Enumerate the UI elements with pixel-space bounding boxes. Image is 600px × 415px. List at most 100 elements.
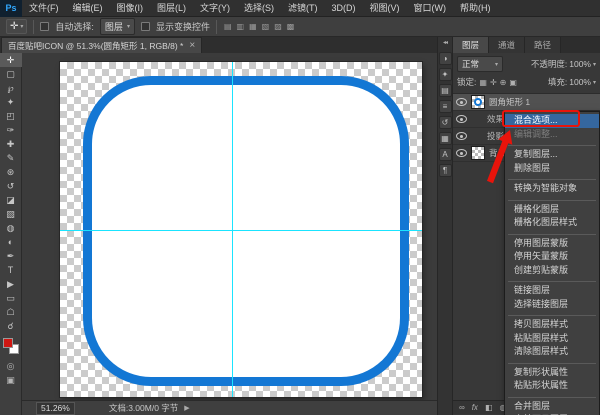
fill-value[interactable]: 100%: [569, 77, 591, 87]
auto-select-target-dropdown[interactable]: 图层 ▾: [100, 18, 135, 35]
menu-item[interactable]: 图层(L): [150, 0, 193, 17]
opacity-value[interactable]: 100%: [569, 59, 591, 69]
divider: [33, 20, 34, 34]
pen-tool[interactable]: ✒: [0, 249, 22, 263]
zoom-tool[interactable]: ☌: [0, 319, 22, 333]
panel-tab[interactable]: 图层: [453, 37, 489, 53]
chevron-down-icon: ▾: [593, 61, 596, 68]
menu-item[interactable]: 文件(F): [22, 0, 66, 17]
menu-item[interactable]: 图像(I): [110, 0, 151, 17]
status-options-arrow-icon[interactable]: ▶: [184, 404, 189, 412]
context-menu-item[interactable]: 编辑调整...: [505, 128, 599, 142]
paragraph-panel-icon[interactable]: ¶: [439, 164, 452, 177]
context-menu-item[interactable]: 停用矢量蒙版: [505, 250, 599, 264]
history-panel-icon[interactable]: ↺: [439, 116, 452, 129]
layer-thumbnail: [471, 95, 485, 109]
context-menu-item[interactable]: 转换为智能对象: [505, 182, 599, 196]
collapse-panels-icon[interactable]: ◂◂: [443, 37, 447, 49]
quick-mask-button[interactable]: ◎: [0, 359, 22, 373]
chevron-down-icon: ▾: [495, 61, 498, 68]
layers-footer-icon[interactable]: ◧: [485, 403, 493, 412]
brush-tool[interactable]: ✎: [0, 151, 22, 165]
visibility-eye-icon[interactable]: [456, 98, 467, 106]
menu-item[interactable]: 编辑(E): [66, 0, 110, 17]
menu-item[interactable]: 视图(V): [363, 0, 407, 17]
context-menu-item[interactable]: 复制图层...: [505, 148, 599, 162]
dodge-tool[interactable]: ◐: [0, 235, 22, 249]
align-icon[interactable]: ▦: [248, 22, 258, 31]
context-menu-item[interactable]: 选择链接图层: [505, 298, 599, 312]
healing-brush-tool[interactable]: ✚: [0, 137, 22, 151]
lock-icon[interactable]: ▦: [479, 78, 487, 87]
align-icon[interactable]: ▥: [236, 22, 246, 31]
menu-bar: Ps 文件(F)编辑(E)图像(I)图层(L)文字(Y)选择(S)滤镜(T)3D…: [0, 0, 600, 17]
lock-icon[interactable]: ✛: [490, 78, 497, 87]
info-panel-icon[interactable]: ≡: [439, 100, 452, 113]
eraser-tool[interactable]: ◪: [0, 193, 22, 207]
context-menu-item[interactable]: 链接图层: [505, 284, 599, 298]
menu-item[interactable]: 文字(Y): [193, 0, 237, 17]
crop-tool[interactable]: ◰: [0, 109, 22, 123]
shape-tool[interactable]: ▭: [0, 291, 22, 305]
context-menu-item[interactable]: 停用图层蒙版: [505, 237, 599, 251]
menu-item[interactable]: 帮助(H): [453, 0, 498, 17]
path-selection-tool[interactable]: ▶: [0, 277, 22, 291]
context-menu-item[interactable]: 创建剪贴蒙版: [505, 264, 599, 278]
move-tool[interactable]: ✛: [0, 53, 22, 67]
panel-tab[interactable]: 路径: [525, 37, 561, 53]
context-menu-item[interactable]: 清除图层样式: [505, 345, 599, 359]
context-menu-item[interactable]: 拷贝图层样式: [505, 318, 599, 332]
quick-selection-tool[interactable]: ✦: [0, 95, 22, 109]
context-menu-item[interactable]: 粘贴形状属性: [505, 379, 599, 393]
eyedropper-tool[interactable]: ✑: [0, 123, 22, 137]
context-menu-item[interactable]: 粘贴图层样式: [505, 332, 599, 346]
context-menu-item[interactable]: 合并图层: [505, 400, 599, 414]
panel-tab[interactable]: 通道: [489, 37, 525, 53]
blur-tool[interactable]: ◍: [0, 221, 22, 235]
visibility-eye-icon[interactable]: [456, 115, 467, 123]
align-icon[interactable]: ▩: [286, 22, 296, 31]
lock-icon[interactable]: ⊕: [500, 78, 507, 87]
context-menu-item: [508, 360, 596, 364]
gradient-tool[interactable]: ▧: [0, 207, 22, 221]
圆角矩形 1[interactable]: 圆角矩形 1: [453, 94, 600, 111]
hand-tool[interactable]: ☖: [0, 305, 22, 319]
tool-preset-picker[interactable]: ✛ ▾: [6, 19, 27, 34]
styles-panel-icon[interactable]: ✦: [439, 68, 452, 81]
visibility-eye-icon[interactable]: [456, 132, 467, 140]
foreground-color-swatch[interactable]: [3, 338, 13, 348]
show-transform-checkbox[interactable]: [141, 22, 150, 31]
context-menu-item[interactable]: 栅格化图层样式: [505, 216, 599, 230]
align-icon[interactable]: ▨: [273, 22, 283, 31]
context-menu-item[interactable]: 删除图层: [505, 162, 599, 176]
character-panel-icon[interactable]: A: [439, 148, 452, 161]
blend-mode-dropdown[interactable]: 正常 ▾: [457, 56, 503, 72]
document-tab[interactable]: 百度贴吧ICON @ 51.3%(圆角矩形 1, RGB/8) * ×: [1, 37, 202, 53]
zoom-level-field[interactable]: 51.26%: [36, 402, 75, 415]
lock-icon[interactable]: ▣: [509, 78, 517, 87]
adjustments-panel-icon[interactable]: ◑: [439, 52, 452, 65]
context-menu-item[interactable]: 复制形状属性: [505, 366, 599, 380]
swatches-panel-icon[interactable]: ▤: [439, 84, 452, 97]
type-tool[interactable]: T: [0, 263, 22, 277]
context-menu-item[interactable]: 栅格化图层: [505, 203, 599, 217]
screen-mode-button[interactable]: ▣: [0, 373, 22, 387]
menu-item[interactable]: 窗口(W): [407, 0, 454, 17]
menu-item[interactable]: 3D(D): [325, 0, 363, 17]
clone-stamp-tool[interactable]: ⊛: [0, 165, 22, 179]
close-icon[interactable]: ×: [189, 40, 195, 51]
menu-item[interactable]: 选择(S): [237, 0, 281, 17]
canvas[interactable]: [60, 62, 422, 397]
auto-select-checkbox[interactable]: [40, 22, 49, 31]
layers-footer-icon[interactable]: fx: [472, 403, 478, 412]
layers-footer-icon[interactable]: ∞: [459, 403, 465, 412]
marquee-tool[interactable]: ▢: [0, 67, 22, 81]
history-brush-tool[interactable]: ↺: [0, 179, 22, 193]
properties-panel-icon[interactable]: ▦: [439, 132, 452, 145]
chevron-down-icon: ▾: [593, 79, 596, 86]
visibility-eye-icon[interactable]: [456, 149, 467, 157]
align-icon[interactable]: ▤: [223, 22, 233, 31]
lasso-tool[interactable]: ℘: [0, 81, 22, 95]
align-icon[interactable]: ▧: [261, 22, 271, 31]
menu-item[interactable]: 滤镜(T): [281, 0, 325, 17]
